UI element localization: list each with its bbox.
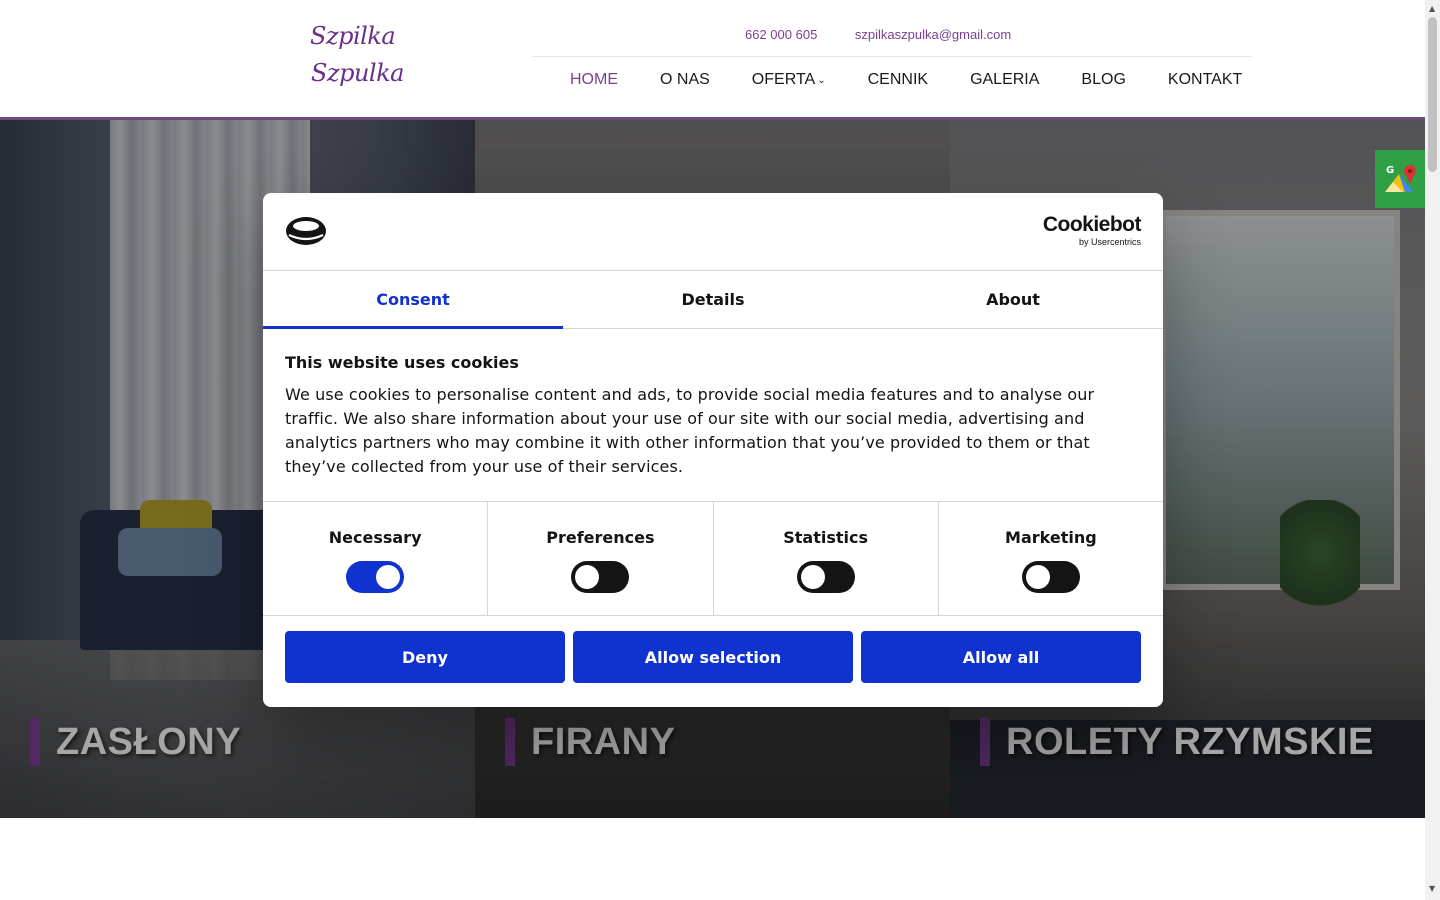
email-link[interactable]: szpilkaszpulka@gmail.com [855, 27, 1011, 42]
tab-about[interactable]: About [863, 271, 1163, 328]
category-label: Statistics [783, 528, 868, 547]
toggle-preferences[interactable] [571, 561, 630, 593]
cookie-categories: Necessary Preferences Statistics Marketi… [263, 501, 1163, 616]
nav-item-oferta[interactable]: OFERTA ⌄ [752, 71, 826, 89]
dialog-header: Cookiebot by Usercentrics [263, 193, 1163, 271]
category-label: Preferences [546, 528, 655, 547]
logo-line-1: Szpilka [310, 22, 396, 50]
google-maps-badge[interactable]: G [1375, 150, 1425, 208]
phone-link[interactable]: 662 000 605 [745, 27, 817, 42]
brand-sub: by Usercentrics [1078, 237, 1141, 247]
scroll-down-icon[interactable]: ▼ [1429, 884, 1435, 893]
nav-item-blog[interactable]: BLOG [1081, 71, 1125, 89]
site-logo[interactable]: Szpilka Szpulka [310, 18, 404, 100]
svg-text:G: G [1386, 165, 1394, 176]
allow-selection-button[interactable]: Allow selection [573, 631, 853, 683]
dialog-body: This website uses cookies We use cookies… [285, 353, 1141, 479]
nav-galeria-label: GALERIA [970, 71, 1040, 88]
nav-item-home[interactable]: HOME [570, 71, 618, 89]
nav-kontakt-label: KONTAKT [1167, 71, 1243, 88]
brand-name: Cookiebot [1042, 213, 1142, 236]
site-header: Szpilka Szpulka 662 000 605 szpilkaszpul… [0, 0, 1425, 120]
category-label: Marketing [1005, 528, 1097, 547]
nav-item-o-nas[interactable]: O NAS [660, 71, 710, 89]
toggle-statistics[interactable] [796, 561, 855, 593]
category-label: Necessary [328, 528, 422, 547]
main-nav: HOME O NAS OFERTA ⌄ CENNIK GALERIA BLOG K… [570, 71, 1284, 89]
cookiebot-brand[interactable]: Cookiebot by Usercentrics [1042, 213, 1142, 248]
toggle-necessary[interactable] [346, 561, 405, 593]
toggle-knob [575, 565, 600, 589]
nav-item-cennik[interactable]: CENNIK [868, 71, 928, 89]
google-maps-icon: G [1385, 165, 1416, 192]
category-marketing: Marketing [939, 502, 1163, 615]
nav-item-kontakt[interactable]: KONTAKT [1168, 71, 1242, 89]
category-necessary: Necessary [263, 502, 489, 615]
dialog-title: This website uses cookies [285, 353, 519, 372]
page-scrollbar[interactable]: ▲ ▼ [1425, 0, 1440, 900]
allow-all-button[interactable]: Allow all [861, 631, 1141, 683]
tab-consent[interactable]: Consent [263, 271, 563, 329]
toggle-knob [376, 565, 401, 589]
cookie-consent-dialog: Cookiebot by Usercentrics Consent Detail… [263, 193, 1163, 707]
toggle-knob [1025, 565, 1050, 589]
header-divider [532, 56, 1252, 57]
category-preferences: Preferences [488, 502, 714, 615]
nav-o-nas-label: O NAS [660, 71, 710, 88]
nav-item-galeria[interactable]: GALERIA [970, 71, 1039, 89]
dialog-tabs: Consent Details About [263, 271, 1163, 329]
chevron-down-icon: ⌄ [817, 74, 826, 86]
logo-line-2: Szpulka [311, 59, 404, 87]
tab-details[interactable]: Details [563, 271, 863, 328]
cookiebot-logo-icon [286, 217, 326, 245]
nav-cennik-label: CENNIK [867, 71, 929, 88]
nav-blog-label: BLOG [1081, 71, 1126, 88]
toggle-marketing[interactable] [1021, 561, 1080, 593]
contact-row: 662 000 605 szpilkaszpulka@gmail.com [745, 27, 1045, 42]
scroll-thumb[interactable] [1428, 17, 1437, 172]
dialog-description: We use cookies to personalise content an… [285, 385, 1095, 476]
scroll-up-icon[interactable]: ▲ [1429, 4, 1435, 13]
toggle-knob [800, 565, 825, 589]
deny-button[interactable]: Deny [285, 631, 565, 683]
dialog-buttons: Deny Allow selection Allow all [285, 631, 1141, 683]
nav-oferta-label: OFERTA [751, 71, 816, 88]
category-statistics: Statistics [714, 502, 939, 615]
nav-home-label: HOME [570, 71, 618, 88]
